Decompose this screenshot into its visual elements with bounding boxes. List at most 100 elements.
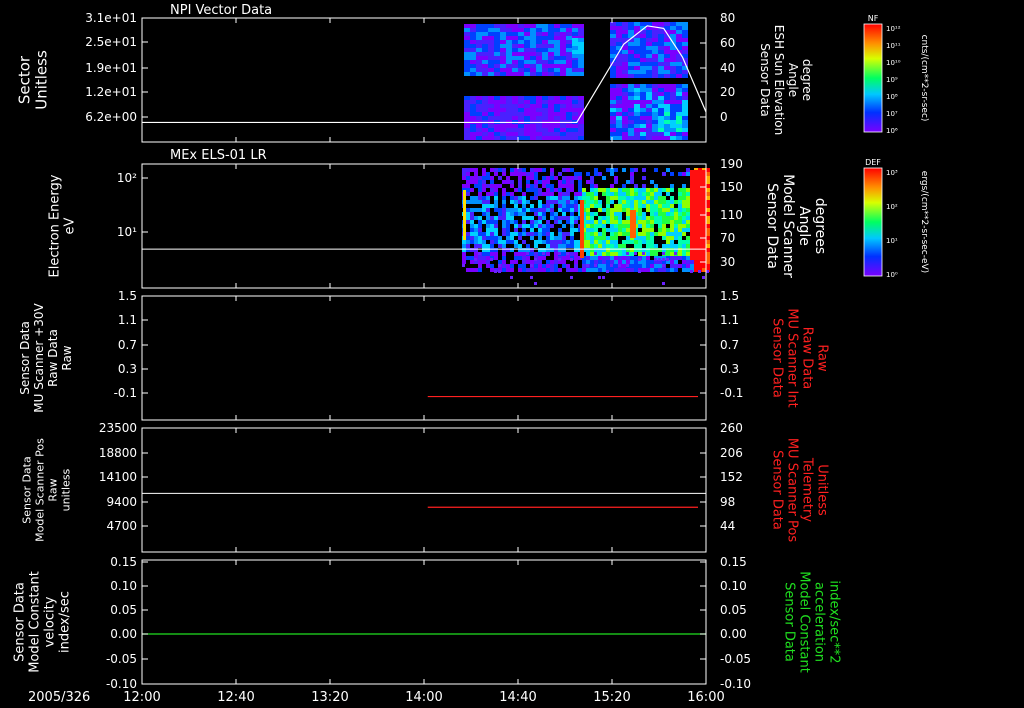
heat-cell — [530, 40, 536, 44]
colorbar-units: ergs/(cm**2-sr-sec-eV) — [919, 171, 929, 273]
heat-cell — [500, 136, 506, 140]
heat-cell — [616, 112, 622, 116]
heat-cell — [664, 58, 670, 62]
heat-cell — [634, 204, 638, 208]
heat-cell — [524, 72, 530, 76]
heat-cell — [694, 268, 698, 272]
heat-cell — [554, 216, 558, 220]
heat-cell — [646, 124, 652, 128]
heat-cell — [476, 64, 482, 68]
heat-cell — [654, 248, 658, 252]
heat-cell — [662, 212, 666, 216]
heat-cell — [566, 232, 570, 236]
left-tick-label: 14100 — [99, 470, 137, 484]
heat-cell — [558, 232, 562, 236]
heat-cell — [524, 116, 530, 120]
right-tick-label: 44 — [720, 519, 735, 533]
heat-cell — [486, 228, 490, 232]
heat-cell — [574, 228, 578, 232]
heat-cell — [622, 244, 626, 248]
heat-cell — [640, 136, 646, 140]
heat-cell — [566, 68, 572, 72]
heat-cell — [602, 228, 606, 232]
heat-cell — [582, 192, 586, 196]
heat-cell — [506, 236, 510, 240]
heat-cell — [566, 72, 572, 76]
heat-cell — [562, 204, 566, 208]
heat-cell — [642, 192, 646, 196]
heat-cell — [562, 184, 566, 188]
heat-cell — [466, 256, 470, 260]
heat-cell — [500, 96, 506, 100]
heat-cell — [562, 200, 566, 204]
heat-cell — [646, 264, 650, 268]
heat-cell — [474, 268, 478, 272]
heat-cell — [530, 204, 534, 208]
heat-cell — [678, 188, 682, 192]
heat-cell — [646, 196, 650, 200]
heat-cell — [482, 44, 488, 48]
heat-cell — [610, 50, 616, 54]
left-tick-label: 6.2e+00 — [85, 110, 137, 124]
heat-cell — [542, 268, 546, 272]
heat-cell — [482, 232, 486, 236]
heat-cell — [466, 212, 470, 216]
heat-cell — [622, 124, 628, 128]
heat-cell — [622, 192, 626, 196]
heat-cell — [616, 38, 622, 42]
heat-cell — [542, 204, 546, 208]
heat-cell — [682, 108, 688, 112]
heat-cell — [626, 256, 630, 260]
heat-cell — [512, 128, 518, 132]
heat-cell — [470, 180, 474, 184]
heat-cell — [554, 28, 560, 32]
heat-cell — [478, 220, 482, 224]
heat-cell — [682, 132, 688, 136]
heat-cell — [594, 224, 598, 228]
heat-cell — [482, 116, 488, 120]
heat-cell — [494, 188, 498, 192]
heat-cell — [566, 208, 570, 212]
heat-cell — [578, 32, 584, 36]
heat-cell — [706, 228, 710, 232]
heat-cell — [586, 248, 590, 252]
heat-cell — [570, 180, 574, 184]
heat-cell — [482, 260, 486, 264]
heat-cell — [506, 232, 510, 236]
heat-cell — [616, 96, 622, 100]
heat-cell — [654, 252, 658, 256]
heat-cell — [486, 208, 490, 212]
heat-cell — [646, 244, 650, 248]
heat-cell — [658, 54, 664, 58]
heat-cell — [488, 52, 494, 56]
heat-cell — [606, 192, 610, 196]
heat-cell — [478, 232, 482, 236]
heat-cell — [550, 208, 554, 212]
heat-cell — [682, 232, 686, 236]
heat-cell — [634, 46, 640, 50]
heat-cell — [614, 252, 618, 256]
heat-cell — [590, 212, 594, 216]
heat-cell — [466, 216, 470, 220]
heat-cell — [658, 34, 664, 38]
heat-cell — [502, 172, 506, 176]
heat-cell — [470, 112, 476, 116]
heat-cell — [622, 22, 628, 26]
heat-cell — [652, 108, 658, 112]
right-tick-label: 80 — [720, 11, 735, 25]
heat-cell — [616, 120, 622, 124]
heat-cell — [594, 196, 598, 200]
heat-cell — [478, 200, 482, 204]
heat-cell — [626, 188, 630, 192]
heat-cell — [594, 240, 598, 244]
heat-cell — [658, 92, 664, 96]
heat-cell — [494, 252, 498, 256]
heat-cell — [550, 240, 554, 244]
heat-cell — [626, 200, 630, 204]
heat-cell — [676, 88, 682, 92]
heat-cell — [522, 200, 526, 204]
heat-cell — [610, 188, 614, 192]
heat-cell — [574, 268, 578, 272]
heat-cell — [664, 70, 670, 74]
heat-cell — [474, 172, 478, 176]
